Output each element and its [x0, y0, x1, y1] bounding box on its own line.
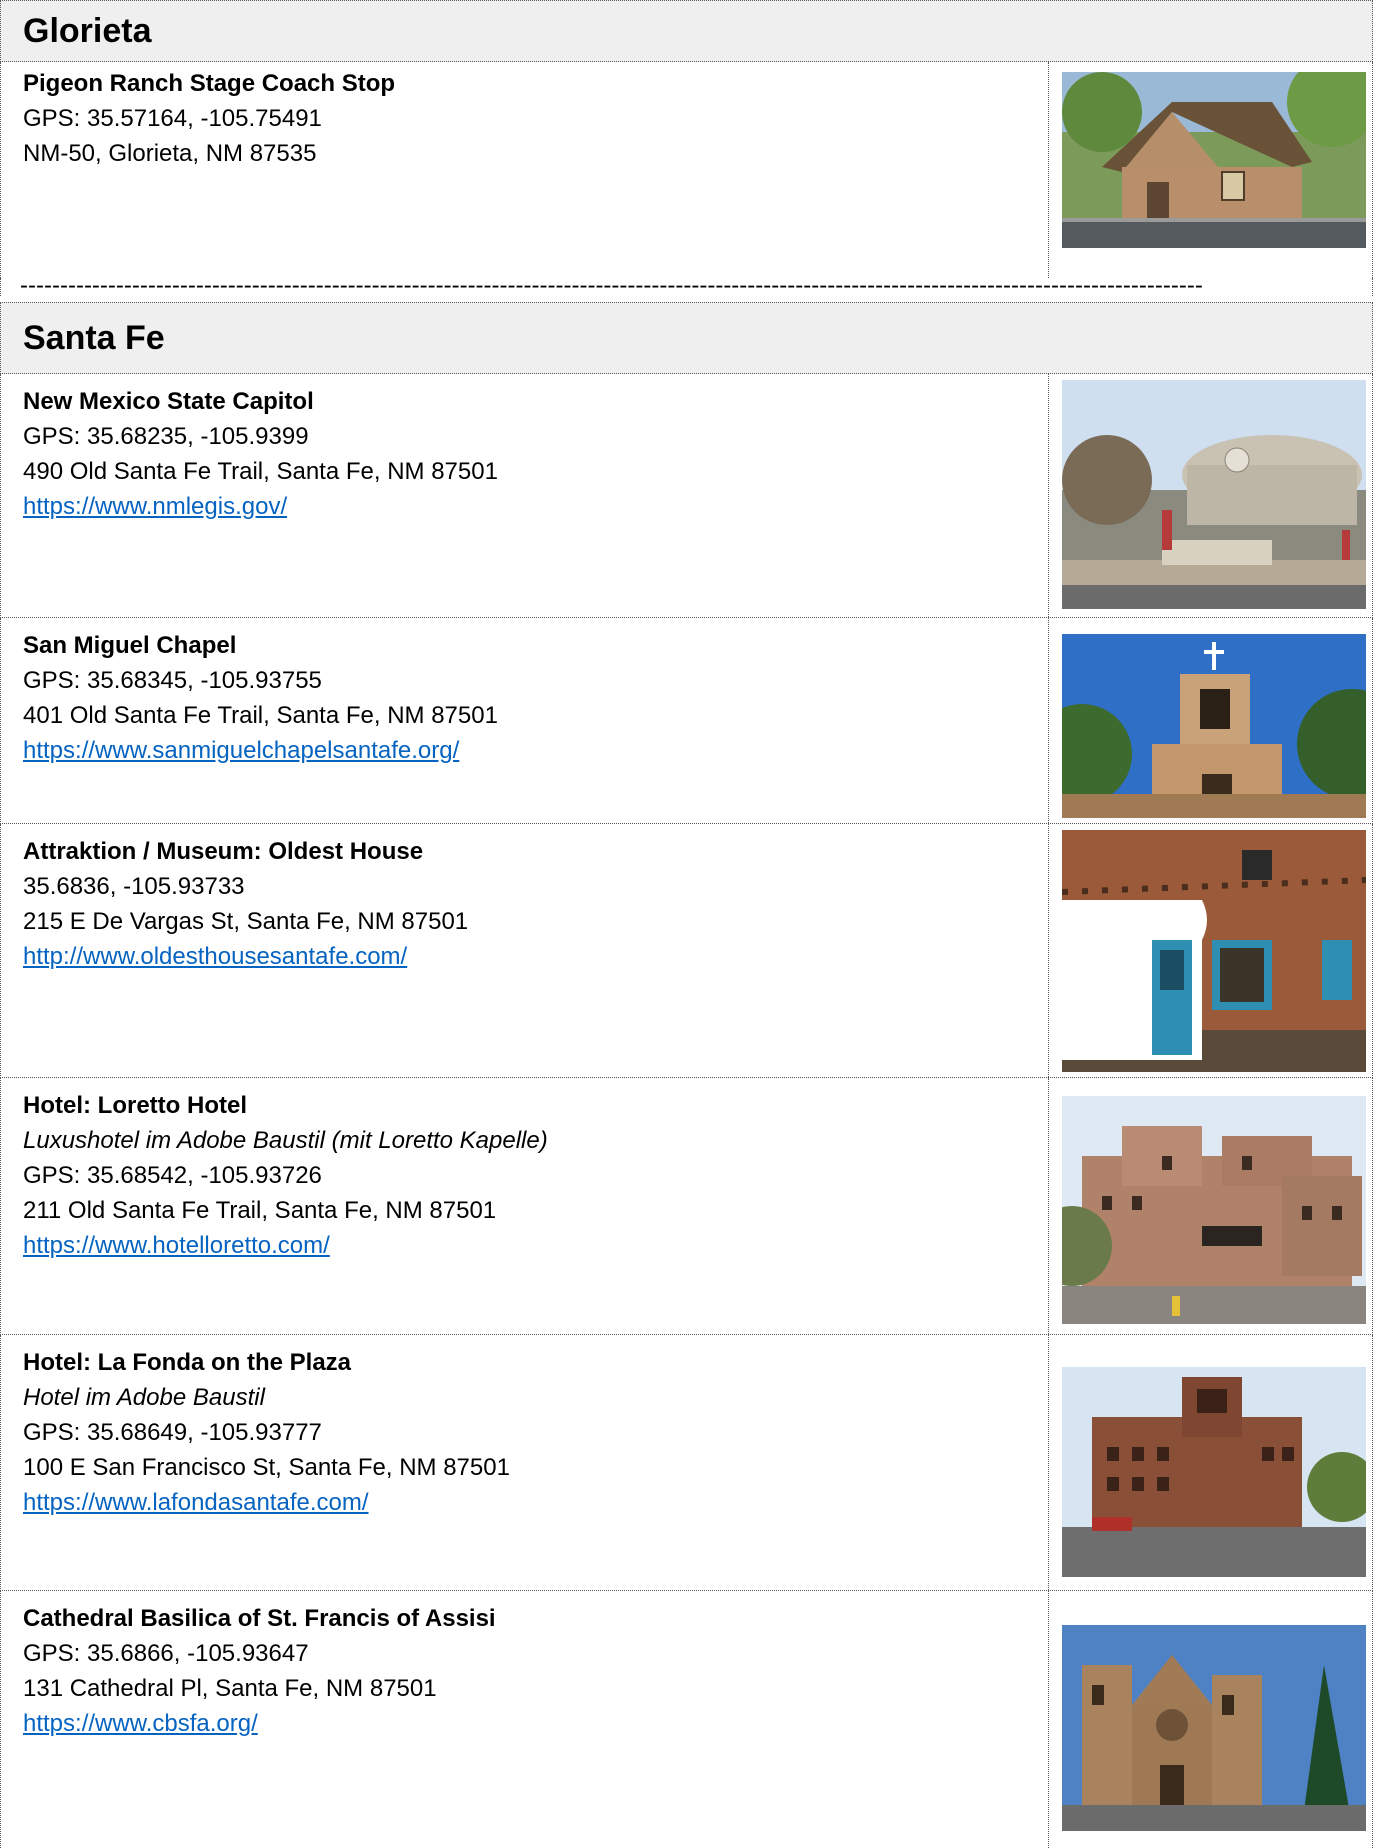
column-divider — [1048, 1591, 1049, 1848]
entry-oldest-house: Attraktion / Museum: Oldest House 35.683… — [0, 824, 1373, 1078]
column-divider — [1048, 824, 1049, 1077]
column-divider — [1048, 1335, 1049, 1590]
entry-state-capitol: New Mexico State Capitol GPS: 35.68235, … — [0, 374, 1373, 618]
entry-text: New Mexico State Capitol GPS: 35.68235, … — [23, 384, 1023, 524]
entry-text: Hotel: La Fonda on the Plaza Hotel im Ad… — [23, 1345, 1023, 1520]
entry-title: San Miguel Chapel — [23, 632, 237, 659]
entry-address: NM-50, Glorieta, NM 87535 — [23, 140, 317, 167]
column-divider — [1048, 1078, 1049, 1334]
entry-title: New Mexico State Capitol — [23, 388, 314, 415]
entry-gps: 35.6836, -105.93733 — [23, 873, 245, 900]
column-divider — [1048, 618, 1049, 823]
entry-text: Pigeon Ranch Stage Coach Stop GPS: 35.57… — [23, 66, 1023, 171]
column-divider — [1048, 62, 1049, 278]
photo-state-capitol — [1062, 380, 1366, 609]
photo-cathedral-basilica — [1062, 1625, 1366, 1831]
entry-website-link[interactable]: https://www.cbsfa.org/ — [23, 1706, 1023, 1741]
entry-gps: GPS: 35.68649, -105.93777 — [23, 1419, 322, 1446]
entry-website-link[interactable]: https://www.lafondasantafe.com/ — [23, 1485, 1023, 1520]
entry-title: Cathedral Basilica of St. Francis of Ass… — [23, 1605, 496, 1632]
entry-gps: GPS: 35.57164, -105.75491 — [23, 105, 322, 132]
entry-title: Pigeon Ranch Stage Coach Stop — [23, 70, 396, 97]
photo-san-miguel-chapel — [1062, 634, 1366, 818]
entry-website-link[interactable]: http://www.oldesthousesantafe.com/ — [23, 939, 1023, 974]
entry-address: 215 E De Vargas St, Santa Fe, NM 87501 — [23, 908, 469, 935]
section-heading-text: Santa Fe — [23, 318, 165, 357]
entry-title: Hotel: Loretto Hotel — [23, 1092, 247, 1119]
photo-la-fonda — [1062, 1367, 1366, 1577]
entry-address: 100 E San Francisco St, Santa Fe, NM 875… — [23, 1454, 510, 1481]
entry-gps: GPS: 35.68542, -105.93726 — [23, 1162, 322, 1189]
entry-website-link[interactable]: https://www.hotelloretto.com/ — [23, 1228, 1023, 1263]
entry-gps: GPS: 35.68345, -105.93755 — [23, 667, 322, 694]
entry-loretto-hotel: Hotel: Loretto Hotel Luxushotel im Adobe… — [0, 1078, 1373, 1335]
entry-subtitle: Luxushotel im Adobe Baustil (mit Loretto… — [23, 1127, 548, 1154]
section-heading-glorieta: Glorieta — [0, 0, 1373, 62]
entry-gps: GPS: 35.6866, -105.93647 — [23, 1640, 309, 1667]
entry-text: San Miguel Chapel GPS: 35.68345, -105.93… — [23, 628, 1023, 768]
entry-san-miguel-chapel: San Miguel Chapel GPS: 35.68345, -105.93… — [0, 618, 1373, 824]
entry-cathedral-basilica: Cathedral Basilica of St. Francis of Ass… — [0, 1591, 1373, 1848]
entry-subtitle: Hotel im Adobe Baustil — [23, 1384, 265, 1411]
section-heading-text: Glorieta — [23, 11, 152, 50]
entry-title: Hotel: La Fonda on the Plaza — [23, 1349, 352, 1376]
entry-pigeon-ranch: Pigeon Ranch Stage Coach Stop GPS: 35.57… — [0, 62, 1373, 278]
entry-text: Cathedral Basilica of St. Francis of Ass… — [23, 1601, 1023, 1741]
entry-text: Attraktion / Museum: Oldest House 35.683… — [23, 834, 1023, 974]
entry-address: 401 Old Santa Fe Trail, Santa Fe, NM 875… — [23, 702, 498, 729]
entry-text: Hotel: Loretto Hotel Luxushotel im Adobe… — [23, 1088, 1023, 1263]
entry-address: 211 Old Santa Fe Trail, Santa Fe, NM 875… — [23, 1197, 497, 1224]
entry-address: 490 Old Santa Fe Trail, Santa Fe, NM 875… — [23, 458, 498, 485]
entry-gps: GPS: 35.68235, -105.9399 — [23, 423, 309, 450]
column-divider — [1048, 374, 1049, 617]
entry-la-fonda: Hotel: La Fonda on the Plaza Hotel im Ad… — [0, 1335, 1373, 1591]
photo-pigeon-ranch — [1062, 72, 1366, 248]
section-heading-santa-fe: Santa Fe — [0, 302, 1373, 374]
entry-title: Attraktion / Museum: Oldest House — [23, 838, 424, 865]
entry-website-link[interactable]: https://www.sanmiguelchapelsantafe.org/ — [23, 733, 1023, 768]
photo-oldest-house — [1062, 830, 1366, 1072]
separator-line: ----------------------------------------… — [20, 272, 1203, 299]
entry-website-link[interactable]: https://www.nmlegis.gov/ — [23, 489, 1023, 524]
entry-address: 131 Cathedral Pl, Santa Fe, NM 87501 — [23, 1675, 437, 1702]
photo-loretto-hotel — [1062, 1096, 1366, 1324]
